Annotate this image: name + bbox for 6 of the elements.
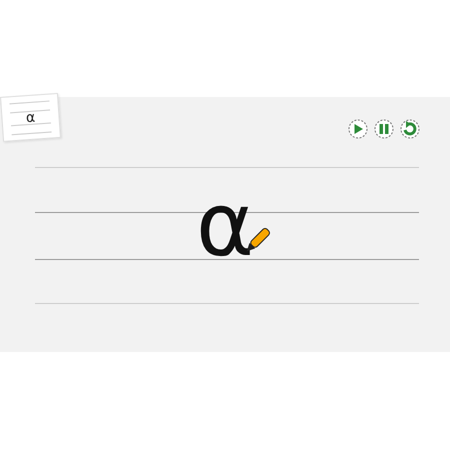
pause-button[interactable] xyxy=(374,119,394,139)
replay-button[interactable] xyxy=(400,119,420,139)
trace-letter: α xyxy=(196,175,254,275)
letter-card[interactable]: α xyxy=(0,92,61,142)
card-letter: α xyxy=(25,111,36,124)
play-button[interactable] xyxy=(348,119,368,139)
